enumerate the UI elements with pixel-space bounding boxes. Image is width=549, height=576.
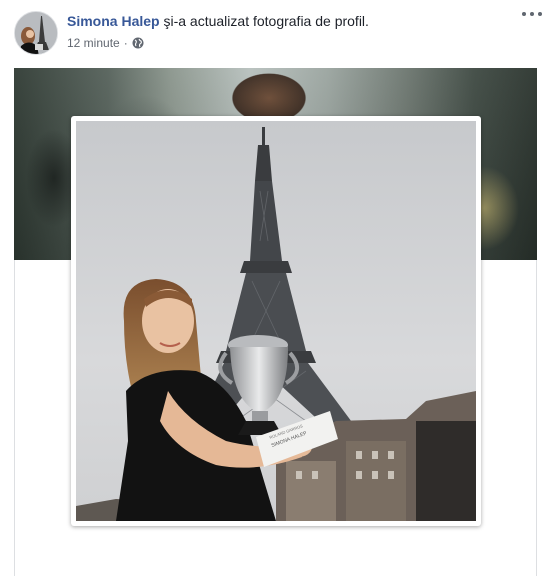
frame-border-right bbox=[536, 260, 537, 576]
meta-separator: · bbox=[123, 36, 128, 50]
post-timestamp[interactable]: 12 minute bbox=[67, 36, 120, 50]
post-header-line: Simona Halep şi-a actualizat fotografia … bbox=[67, 13, 369, 29]
frame-border-left bbox=[14, 260, 15, 576]
globe-icon[interactable] bbox=[132, 37, 144, 49]
more-options-icon[interactable] bbox=[522, 12, 542, 22]
feed-post: Simona Halep şi-a actualizat fotografia … bbox=[0, 0, 549, 576]
avatar-image bbox=[15, 12, 57, 54]
author-avatar[interactable] bbox=[14, 11, 58, 55]
author-name-link[interactable]: Simona Halep bbox=[67, 13, 160, 29]
post-meta: 12 minute · bbox=[67, 36, 144, 50]
post-action-text: şi-a actualizat fotografia de profil. bbox=[163, 13, 369, 29]
profile-photo[interactable]: SIMONA HALEP ROLAND GARROS bbox=[71, 116, 481, 526]
profile-photo-image: SIMONA HALEP ROLAND GARROS bbox=[76, 121, 476, 521]
